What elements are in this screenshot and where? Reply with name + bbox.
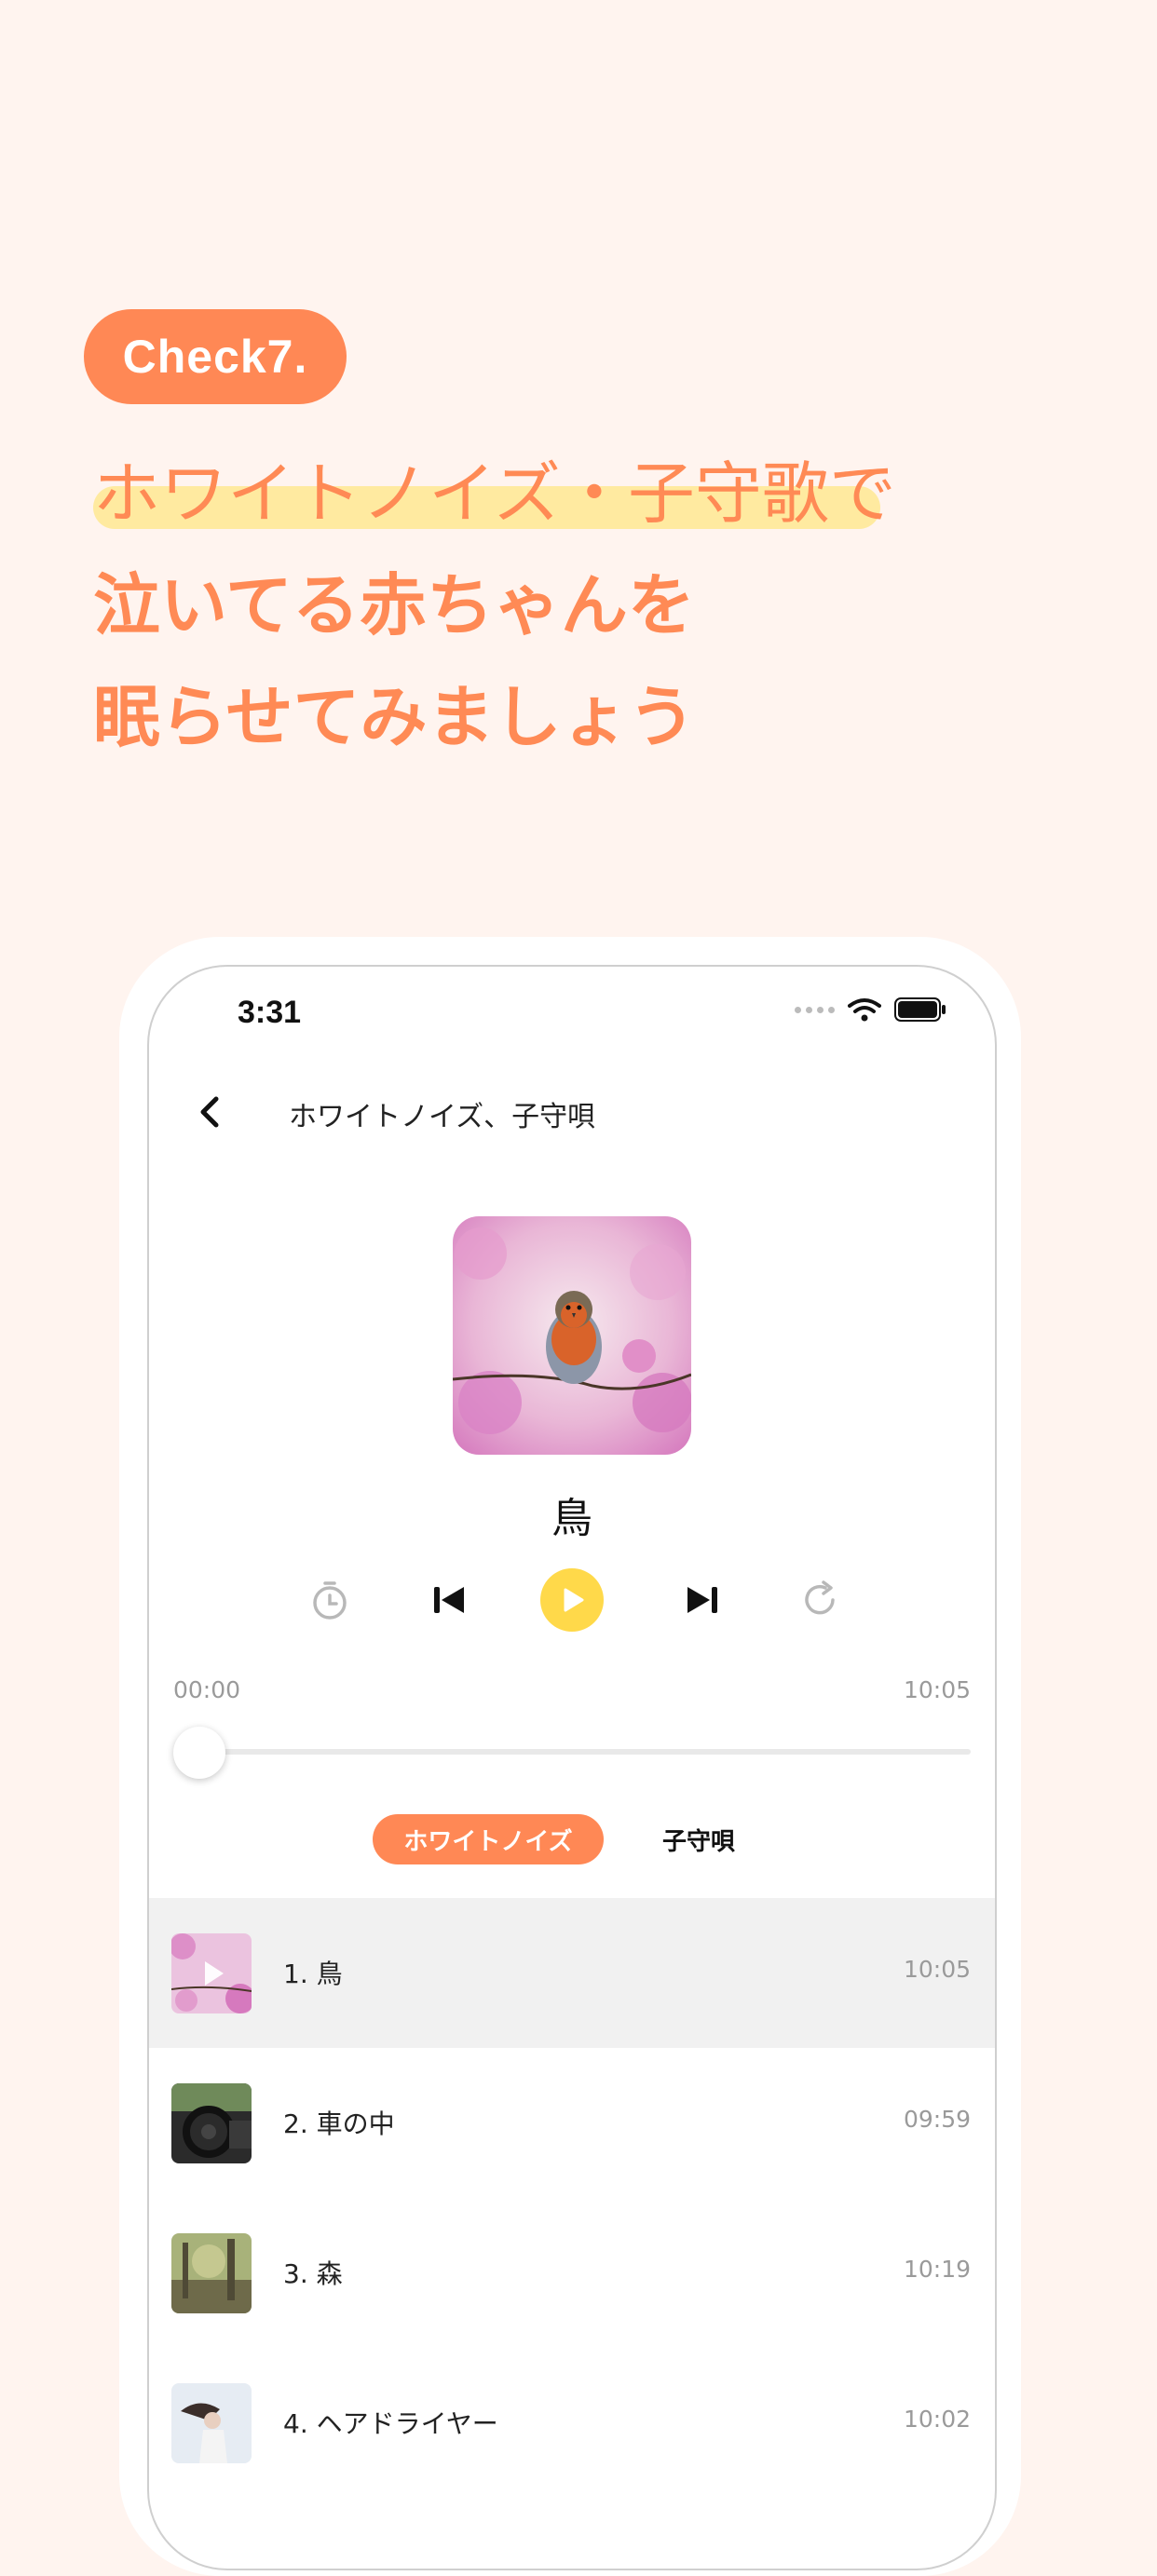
repeat-button[interactable] <box>783 1563 857 1637</box>
progress-track[interactable] <box>173 1749 971 1755</box>
thumbnail-hair-dryer <box>171 2383 252 2463</box>
headline-line-3: 眠らせてみましょう <box>93 678 696 756</box>
thumbnail-forest <box>171 2233 252 2313</box>
repeat-icon <box>805 1580 835 1615</box>
back-button[interactable] <box>186 1086 238 1138</box>
play-icon <box>564 1588 584 1612</box>
thumbnail-bird <box>171 1933 252 2013</box>
phone-screen: 3:31 ホワイトノイズ、子守唄 鳥 00:00 10:05 ホワイトノイズ 子… <box>147 965 997 2570</box>
track-duration: 10:02 <box>903 2406 971 2433</box>
battery-icon <box>894 997 946 1022</box>
back-chevron-icon <box>200 1096 219 1128</box>
signal-icon <box>795 1006 835 1013</box>
previous-icon <box>434 1587 464 1613</box>
wifi-icon <box>848 998 881 1022</box>
next-icon <box>687 1587 717 1613</box>
track-title: 1. 鳥 <box>283 1959 343 1989</box>
total-time: 10:05 <box>903 1676 971 1703</box>
play-button[interactable] <box>535 1563 609 1637</box>
tab-lullaby[interactable]: 子守唄 <box>633 1814 764 1864</box>
list-item[interactable]: 2. 車の中 09:59 <box>149 2048 995 2198</box>
tab-white-noise[interactable]: ホワイトノイズ <box>373 1814 604 1864</box>
check-badge: Check7. <box>84 309 347 404</box>
headline-line-1: ホワイトノイズ・子守歌で <box>93 454 896 533</box>
promo-headline: ホワイトノイズ・子守歌で 泣いてる赤ちゃんを 眠らせてみましょう <box>93 438 896 773</box>
headline-line-2: 泣いてる赤ちゃんを <box>93 566 695 644</box>
progress-knob[interactable] <box>173 1727 225 1779</box>
track-duration: 10:05 <box>903 1956 971 1983</box>
track-list: 1. 鳥 10:05 2. 車の中 09:59 3. 森 10:19 4. ヘア… <box>149 1898 995 2498</box>
list-item[interactable]: 3. 森 10:19 <box>149 2198 995 2348</box>
thumbnail-car <box>171 2083 252 2163</box>
album-cover-bird <box>453 1216 691 1455</box>
elapsed-time: 00:00 <box>173 1676 241 1703</box>
list-item[interactable]: 1. 鳥 10:05 <box>149 1898 995 2048</box>
next-track-button[interactable] <box>665 1563 740 1637</box>
track-title: 2. 車の中 <box>283 2108 395 2139</box>
list-item[interactable]: 4. ヘアドライヤー 10:02 <box>149 2348 995 2498</box>
previous-track-button[interactable] <box>412 1563 486 1637</box>
track-title: 3. 森 <box>283 2258 343 2289</box>
track-duration: 10:19 <box>903 2256 971 2283</box>
status-time: 3:31 <box>238 995 302 1030</box>
track-title: 4. ヘアドライヤー <box>283 2408 498 2439</box>
category-tabs: ホワイトノイズ 子守唄 <box>149 1814 995 1866</box>
now-playing-title: 鳥 <box>551 1495 592 1542</box>
page-title: ホワイトノイズ、子守唄 <box>289 1101 596 1133</box>
track-duration: 09:59 <box>903 2106 971 2133</box>
sleep-timer-button[interactable] <box>293 1563 367 1637</box>
status-icons <box>795 997 946 1023</box>
player-controls <box>149 1563 995 1637</box>
timer-icon <box>313 1581 347 1620</box>
